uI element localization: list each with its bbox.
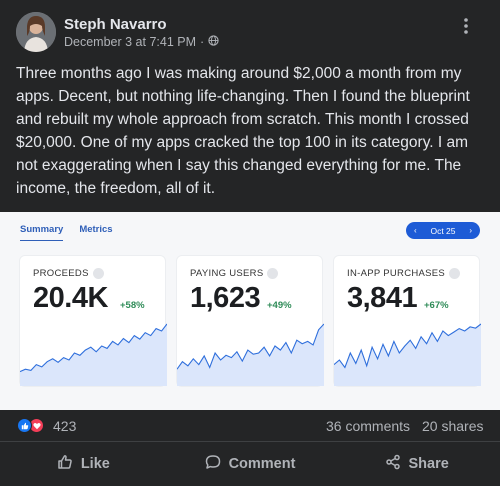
sparkline-proceeds — [20, 323, 167, 386]
comments-count[interactable]: 36 comments — [326, 418, 410, 434]
share-icon — [385, 454, 401, 474]
comment-button-label: Comment — [228, 456, 296, 472]
shares-count[interactable]: 20 shares — [422, 418, 483, 434]
metric-card-proceeds: PROCEEDS 20.4K +58% — [19, 255, 167, 387]
prev-period-chevron-icon[interactable]: ‹ — [414, 226, 417, 235]
post-actions: Like Comment Share — [0, 442, 500, 486]
sparkline-in-app-purchases — [334, 323, 481, 386]
metric-value: 20.4K — [33, 282, 108, 314]
comment-button[interactable]: Comment — [167, 442, 334, 486]
sparkline-area — [334, 324, 481, 386]
reactions-bar: 423 36 comments 20 shares — [0, 410, 500, 440]
post-timestamp[interactable]: December 3 at 7:41 PM — [64, 35, 196, 49]
metric-label: PROCEEDS — [33, 268, 104, 279]
sparkline-paying-users — [177, 323, 324, 386]
author-name[interactable]: Steph Navarro — [64, 16, 167, 33]
metric-label: IN-APP PURCHASES — [347, 268, 461, 279]
meta-separator: · — [200, 35, 205, 49]
metric-value: 3,841 — [347, 282, 418, 314]
metric-delta: +58% — [120, 300, 145, 311]
info-icon — [267, 268, 279, 279]
metric-value: 1,623 — [190, 282, 261, 314]
info-icon — [449, 268, 461, 279]
next-period-chevron-icon[interactable]: › — [469, 226, 472, 235]
thumbs-up-icon — [57, 454, 73, 474]
metric-label: PAYING USERS — [190, 268, 279, 279]
avatar-image — [16, 12, 56, 52]
tab-metrics[interactable]: Metrics — [79, 224, 112, 241]
like-icon — [17, 418, 32, 433]
avatar[interactable] — [16, 12, 56, 52]
share-button[interactable]: Share — [333, 442, 500, 486]
reaction-count[interactable]: 423 — [53, 418, 76, 434]
analytics-tabs: Summary Metrics — [20, 224, 113, 241]
date-range-selector: ‹ Oct 25 › — [406, 222, 480, 239]
metric-card-in-app-purchases: IN-APP PURCHASES 3,841 +67% — [333, 255, 481, 387]
share-button-label: Share — [408, 456, 449, 472]
date-range-label: Oct 25 — [430, 225, 456, 236]
like-button-label: Like — [80, 456, 110, 472]
metric-card-paying-users: PAYING USERS 1,623 +49% — [176, 255, 324, 387]
info-icon — [92, 268, 104, 279]
globe-icon — [208, 35, 219, 49]
tab-summary[interactable]: Summary — [20, 224, 64, 241]
post-meta: December 3 at 7:41 PM · — [64, 35, 219, 49]
comment-icon — [205, 454, 221, 474]
post-header: Steph Navarro December 3 at 7:41 PM · — [0, 0, 500, 56]
post-text: Three months ago I was making around $2,… — [16, 65, 470, 197]
like-button[interactable]: Like — [0, 442, 167, 486]
reaction-icons[interactable] — [17, 418, 44, 433]
sparkline-area — [177, 324, 324, 386]
metric-delta: +49% — [267, 300, 292, 311]
more-options-icon[interactable] — [454, 16, 478, 36]
metric-delta: +67% — [424, 300, 449, 311]
